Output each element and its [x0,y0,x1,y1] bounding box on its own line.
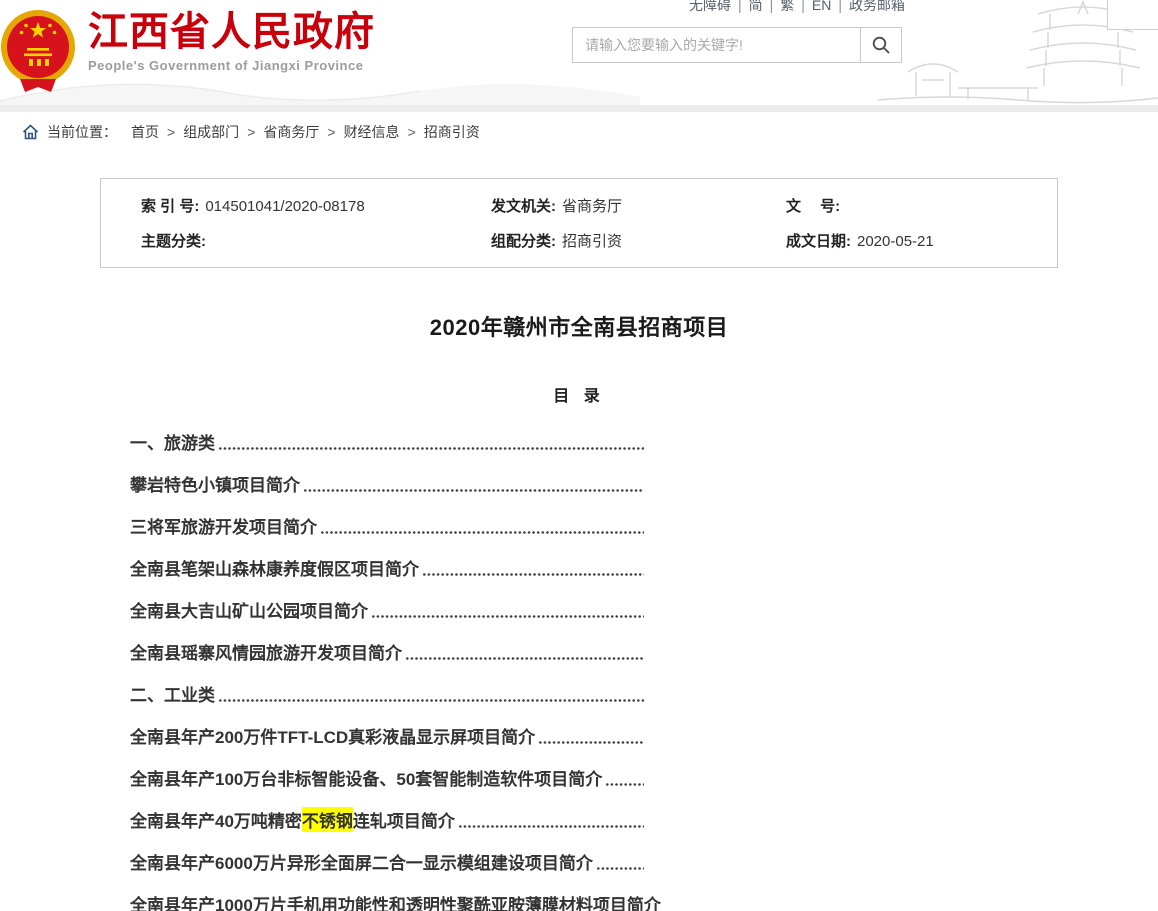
dot-leader [458,825,644,828]
toc-item: 全南县瑶寨风情园旅游开发项目简介 [130,630,644,672]
toc-item-text: 全南县年产1000万片手机用功能性和透明性聚酰亚胺薄膜材料项目简介 [130,891,661,911]
breadcrumb-separator: > [327,124,335,140]
meta-issue-date: 成文日期: 2020-05-21 [786,230,934,251]
breadcrumb-item-commerce-dept[interactable]: 省商务厅 [263,122,319,142]
nav-separator: | [738,0,742,13]
toc-item-text: 全南县年产6000万片异形全面屏二合一显示模组建设项目简介 [130,849,593,874]
meta-group-label: 组配分类: [491,230,556,251]
search-icon [871,35,891,55]
nav-simplified-link[interactable]: 简 [749,0,763,13]
toc-item-text: 连轧项目简介 [353,807,455,832]
nav-gov-mail-link[interactable]: 政务邮箱 [849,0,905,13]
home-icon [22,124,39,140]
meta-group-category: 组配分类: 招商引资 [491,230,786,251]
nav-accessibility-link[interactable]: 无障碍 [689,0,731,13]
document-title: 2020年赣州市全南县招商项目 [0,310,1158,342]
nav-traditional-link[interactable]: 繁 [780,0,794,13]
breadcrumb-label: 当前位置： [47,122,117,142]
toc-item-text: 全南县年产40万吨精密 [130,807,302,832]
toc-item: 三将军旅游开发项目简介 [130,504,644,546]
search-bar [572,27,902,63]
meta-group-value: 招商引资 [562,230,622,251]
nav-separator: | [801,0,805,13]
meta-issuing-agency: 发文机关: 省商务厅 [491,195,786,216]
breadcrumb-separator: > [167,124,175,140]
search-button[interactable] [860,28,901,62]
toc-item: 二、工业类 [130,672,644,714]
toc-item-text: 二、工业类 [130,681,215,706]
toc-item-highlighted-term: 不锈钢 [302,807,353,832]
dot-leader [405,657,644,660]
dot-leader [538,741,644,744]
dot-leader [218,699,644,702]
toc-item: 全南县年产40万吨精密不锈钢连轧项目简介 [130,798,644,840]
search-input[interactable] [573,28,860,62]
meta-topic-category: 主题分类: [141,230,491,251]
toc-item-text: 全南县年产100万台非标智能设备、50套智能制造软件项目简介 [130,765,602,790]
page: 江西省人民政府 People's Government of Jiangxi P… [0,0,1158,911]
toc-item: 全南县年产100万台非标智能设备、50套智能制造软件项目简介 [130,756,644,798]
meta-date-label: 成文日期: [786,230,851,251]
national-emblem-icon [0,3,78,95]
toc-item-text: 全南县年产200万件TFT-LCD真彩液晶显示屏项目简介 [130,723,535,748]
table-of-contents: 一、旅游类 攀岩特色小镇项目简介 三将军旅游开发项目简介 全南县笔架山森林康养度… [130,420,644,911]
dot-leader [320,531,644,534]
site-subtitle: People's Government of Jiangxi Province [88,58,375,73]
dot-leader [371,615,644,618]
site-name: 江西省人民政府 [88,9,375,55]
meta-index-number: 索 引 号: 014501041/2020-08178 [141,195,491,216]
toc-heading: 目 录 [0,382,1158,406]
nav-english-link[interactable]: EN [812,0,831,13]
toc-item: 全南县年产6000万片异形全面屏二合一显示模组建设项目简介 [130,840,644,882]
corner-widget [1107,0,1158,30]
meta-date-value: 2020-05-21 [857,233,934,250]
toc-item-text: 攀岩特色小镇项目简介 [130,471,300,496]
header-divider [0,105,1158,112]
dot-leader [422,573,644,576]
breadcrumb-item-finance-info[interactable]: 财经信息 [344,122,400,142]
meta-docnum-label: 文 号: [786,195,840,216]
site-titles: 江西省人民政府 People's Government of Jiangxi P… [88,3,375,73]
toc-item-text: 全南县大吉山矿山公园项目简介 [130,597,368,622]
meta-agency-label: 发文机关: [491,195,556,216]
dot-leader [303,489,644,492]
meta-topic-label: 主题分类: [141,230,206,251]
toc-item-text: 全南县瑶寨风情园旅游开发项目简介 [130,639,402,664]
toc-item-text: 一、旅游类 [130,429,215,454]
toc-item-text: 三将军旅游开发项目简介 [130,513,317,538]
toc-item: 全南县年产200万件TFT-LCD真彩液晶显示屏项目简介 [130,714,644,756]
breadcrumb-separator: > [408,124,416,140]
toc-item: 攀岩特色小镇项目简介 [130,462,644,504]
meta-doc-number: 文 号: [786,195,846,216]
site-logo[interactable]: 江西省人民政府 People's Government of Jiangxi P… [0,3,375,95]
toc-item-text: 全南县笔架山森林康养度假区项目简介 [130,555,419,580]
meta-agency-value: 省商务厅 [562,195,622,216]
breadcrumb-item-departments[interactable]: 组成部门 [183,122,239,142]
toc-item: 一、旅游类 [130,420,644,462]
toc-item: 全南县笔架山森林康养度假区项目简介 [130,546,644,588]
meta-index-value: 014501041/2020-08178 [205,198,364,215]
dot-leader [605,783,644,786]
dot-leader [218,447,644,450]
meta-index-label: 索 引 号: [141,195,199,216]
site-header: 江西省人民政府 People's Government of Jiangxi P… [0,0,1158,105]
toc-item: 全南县大吉山矿山公园项目简介 [130,588,644,630]
nav-separator: | [838,0,842,13]
document-meta-box: 索 引 号: 014501041/2020-08178 发文机关: 省商务厅 文… [100,178,1058,268]
breadcrumb-item-investment[interactable]: 招商引资 [424,122,480,142]
breadcrumb: 当前位置： 首页 > 组成部门 > 省商务厅 > 财经信息 > 招商引资 [0,112,1158,152]
breadcrumb-separator: > [247,124,255,140]
nav-separator: | [770,0,774,13]
dot-leader [596,867,644,870]
breadcrumb-item-home[interactable]: 首页 [131,122,159,142]
document-body: 2020年赣州市全南县招商项目 目 录 一、旅游类 攀岩特色小镇项目简介 三将军… [0,310,1158,911]
meta-row: 主题分类: 组配分类: 招商引资 成文日期: 2020-05-21 [141,223,1057,258]
meta-row: 索 引 号: 014501041/2020-08178 发文机关: 省商务厅 文… [141,188,1057,223]
toc-item: 全南县年产1000万片手机用功能性和透明性聚酰亚胺薄膜材料项目简介 [130,882,644,911]
top-utility-nav: 无障碍 | 简 | 繁 | EN | 政务邮箱 [689,0,905,15]
